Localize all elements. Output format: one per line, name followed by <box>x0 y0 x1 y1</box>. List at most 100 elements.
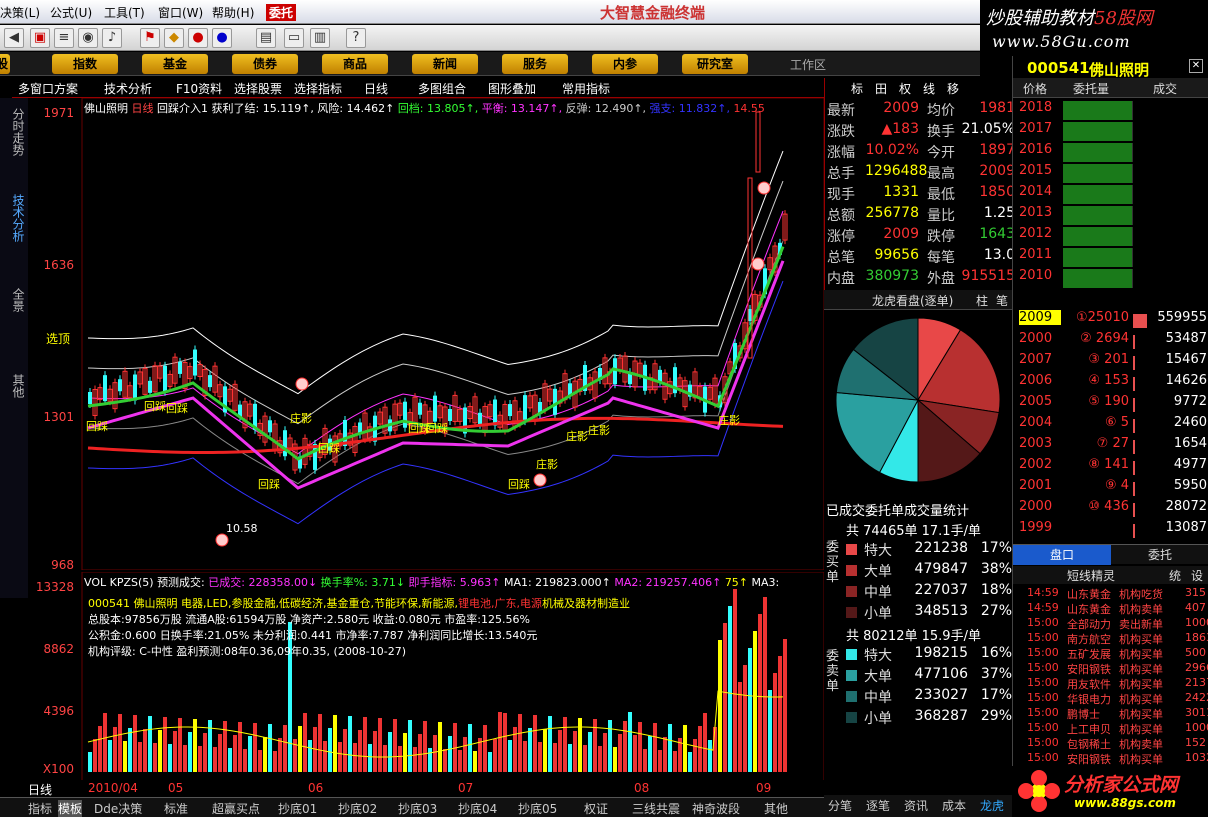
nav-service[interactable]: 服务 <box>502 54 568 74</box>
spirit-tab-set[interactable]: 设 <box>1191 567 1203 584</box>
tab-three-line[interactable]: 三线共震 <box>632 800 680 817</box>
menu-formula[interactable]: 公式(U) <box>50 4 92 21</box>
pie-header: 龙虎看盘(逐单) 柱 笔 <box>824 290 1012 310</box>
help-pointer-icon[interactable]: ? <box>346 28 366 48</box>
quote-value: ▲183 <box>881 121 920 137</box>
spirit-row[interactable]: 14:59 山东黄金 机构卖单 407 <box>1015 601 1208 616</box>
info-line4: 机构评级: C-中性 盈利预测:08年0.36,09年0.35, (2008-1… <box>88 645 407 658</box>
spirit-row[interactable]: 15:00 用友软件机构买单 2137 <box>1015 676 1208 691</box>
spirit-tab-stat[interactable]: 统 <box>1169 567 1181 584</box>
menu-tools[interactable]: 工具(T) <box>104 4 145 21</box>
stat-row: 大单 477106 37% <box>844 666 1012 686</box>
tab-warrant[interactable]: 权证 <box>584 800 608 817</box>
rtab-cost[interactable]: 成本 <box>942 797 966 814</box>
tab-others[interactable]: 其他 <box>764 800 788 817</box>
nav-insider[interactable]: 内参 <box>592 54 658 74</box>
flag-icon[interactable]: ⚑ <box>140 28 160 48</box>
rtab-each[interactable]: 逐笔 <box>866 797 890 814</box>
spirit-row[interactable]: 15:00 华银电力机构买单 2422 <box>1015 691 1208 706</box>
spirit-row[interactable]: 15:00 南方航空机构买单 1863 <box>1015 631 1208 646</box>
spirit-row[interactable]: 14:59 山东黄金 机构吃货 315 <box>1015 586 1208 601</box>
kline-chart[interactable]: 回踩 回踩 回踩 回踩 回踩 回踩 回踩 回踩 庄影 庄影 庄影 庄影 庄影 佛山照明 日线 回踩介入1… <box>28 97 825 572</box>
quote-row: 涨跌 ▲183 换手 21.05% <box>827 121 1015 142</box>
spirit-row[interactable]: 15:00 安阳钢铁机构买单 2966 <box>1015 661 1208 676</box>
circle-icon[interactable]: ● <box>188 28 208 48</box>
nav-fund[interactable]: 基金 <box>142 54 208 74</box>
period-menu[interactable]: 日线 <box>364 80 388 97</box>
tech-analysis-menu[interactable]: 技术分析 <box>104 80 152 97</box>
nav-commodity[interactable]: 商品 <box>322 54 388 74</box>
menu-help[interactable]: 帮助(H) <box>212 4 254 21</box>
f10-menu[interactable]: F10资料 <box>176 80 222 97</box>
tab-magic-wave[interactable]: 神奇波段 <box>692 800 740 817</box>
spirit-row[interactable]: 15:00 上工申贝机构买单 1000 <box>1015 721 1208 736</box>
y-label-bottom: 968 <box>51 558 74 572</box>
overlay-menu[interactable]: 图形叠加 <box>488 80 536 97</box>
chart-annotation: 回踩 <box>318 442 340 455</box>
menu-entrust[interactable]: 委托 <box>266 4 297 21</box>
tab-indicator[interactable]: 指标 <box>28 800 52 817</box>
tab-panel[interactable]: 盘口 <box>1013 545 1111 565</box>
smile-marker-icon <box>751 257 765 271</box>
back-icon[interactable]: ◀ <box>4 28 24 48</box>
tab-standard[interactable]: 标准 <box>164 800 188 817</box>
pie-tab-tick[interactable]: 笔 <box>996 292 1008 309</box>
stock-icon[interactable]: ▣ <box>30 28 50 48</box>
quote-tab-1[interactable]: 田 <box>875 80 887 97</box>
ask-price: 2016 <box>1019 142 1053 157</box>
doc-icon[interactable]: ▤ <box>256 28 276 48</box>
tab-super-buy[interactable]: 超赢买点 <box>212 800 260 817</box>
tab-bottom04[interactable]: 抄底04 <box>458 800 497 817</box>
quote-tab-2[interactable]: 权 <box>899 80 911 97</box>
list-icon[interactable]: ≡ <box>54 28 74 48</box>
tab-bottom05[interactable]: 抄底05 <box>518 800 557 817</box>
diamond-icon[interactable]: ◆ <box>164 28 184 48</box>
tab-technical[interactable]: 技术分析 <box>4 194 25 242</box>
workspace-label[interactable]: 工作区 <box>790 56 826 73</box>
books-icon[interactable]: ▥ <box>310 28 330 48</box>
tab-intraday[interactable]: 分时走势 <box>4 108 25 156</box>
common-indicator-menu[interactable]: 常用指标 <box>562 80 610 97</box>
spirit-row[interactable]: 15:00 包钢稀土 机构卖单 152 <box>1015 736 1208 751</box>
menu-decision[interactable]: 决策(L) <box>0 4 40 21</box>
quote-tab-0[interactable]: 标 <box>851 80 863 97</box>
tab-bottom02[interactable]: 抄底02 <box>338 800 377 817</box>
bell-icon[interactable]: ♪ <box>102 28 122 48</box>
tab-dde[interactable]: Dde决策 <box>94 800 142 817</box>
quote-tab-3[interactable]: 线 <box>923 80 935 97</box>
legend-item: MA3: <box>751 576 780 589</box>
tab-bottom01[interactable]: 抄底01 <box>278 800 317 817</box>
binocular-icon[interactable]: ◉ <box>78 28 98 48</box>
spirit-row[interactable]: 15:00 全部动力卖出新单 10000 <box>1015 616 1208 631</box>
close-icon[interactable]: ✕ <box>1189 59 1203 73</box>
nav-stock[interactable]: 股 <box>0 54 10 74</box>
multi-window-scheme[interactable]: 多窗口方案 <box>18 80 78 97</box>
blue-circle-icon[interactable]: ● <box>212 28 232 48</box>
nav-bond[interactable]: 债券 <box>232 54 298 74</box>
rtab-dragon[interactable]: 龙虎 <box>980 797 1004 814</box>
bid-total: 9772 <box>1173 394 1207 409</box>
select-indicator-menu[interactable]: 选择指标 <box>294 80 342 97</box>
tab-template[interactable]: 模板 <box>58 800 83 817</box>
multi-chart-menu[interactable]: 多图组合 <box>418 80 466 97</box>
nav-research[interactable]: 研究室 <box>682 54 748 74</box>
pie-tab-bar[interactable]: 柱 <box>976 292 988 309</box>
nav-news[interactable]: 新闻 <box>412 54 478 74</box>
rtab-tick[interactable]: 分笔 <box>828 797 852 814</box>
tab-other[interactable]: 其他 <box>4 374 25 398</box>
select-stock-menu[interactable]: 选择股票 <box>234 80 282 97</box>
tab-bottom03[interactable]: 抄底03 <box>398 800 437 817</box>
spirit-row[interactable]: 15:00 安阳钢铁机构买单 1032 <box>1015 751 1208 766</box>
quote-tab-4[interactable]: 移 <box>947 80 959 97</box>
spirit-row[interactable]: 15:00 鹏博士 机构买单 3011 <box>1015 706 1208 721</box>
spirit-row[interactable]: 15:00 五矿发展 机构买单 500 <box>1015 646 1208 661</box>
tab-panorama[interactable]: 全景 <box>4 288 25 312</box>
window-icon[interactable]: ▭ <box>284 28 304 48</box>
menu-window[interactable]: 窗口(W) <box>158 4 203 21</box>
bid-total: 5950 <box>1173 478 1207 493</box>
tab-entrust[interactable]: 委托 <box>1111 545 1208 565</box>
nav-index[interactable]: 指数 <box>52 54 118 74</box>
spirit-time: 15:00 <box>1027 646 1059 659</box>
ask-volume-box <box>1063 227 1133 246</box>
rtab-news[interactable]: 资讯 <box>904 797 928 814</box>
